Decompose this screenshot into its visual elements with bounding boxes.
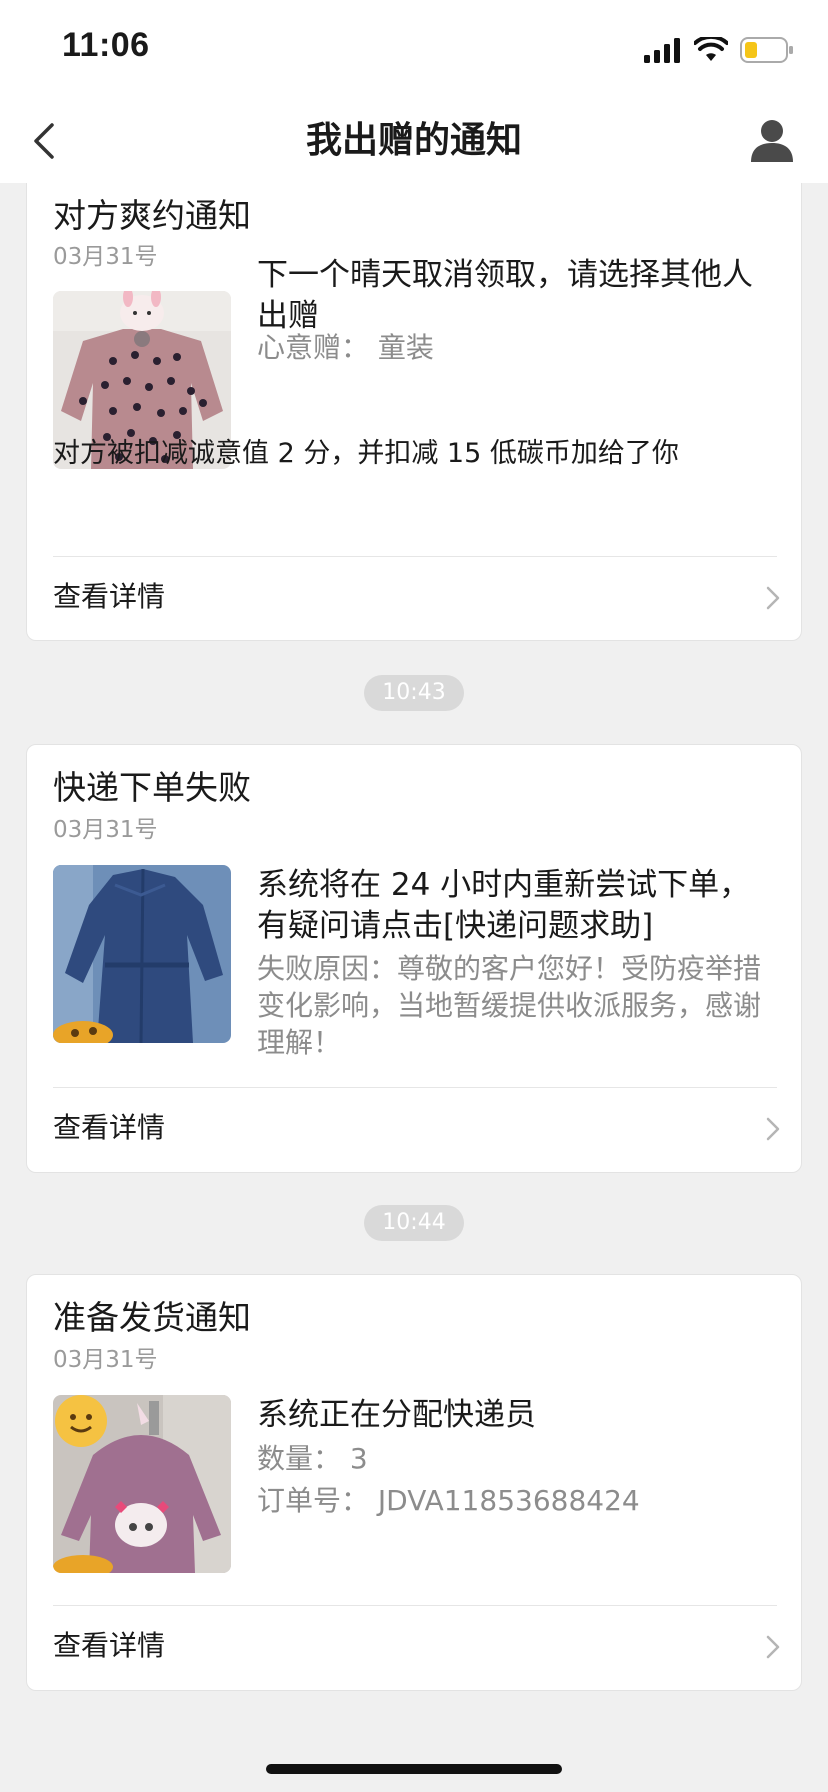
view-details-row[interactable]: 查看详情 (27, 1088, 803, 1172)
failure-reason: 失败原因：尊敬的客户您好！受防疫举措变化影响，当地暂缓提供收派服务，感谢理解！ (257, 952, 762, 1059)
header: 11:06 我出赠的通知 (0, 0, 828, 183)
view-details-label: 查看详情 (53, 580, 166, 613)
notification-card: 对方爽约通知 03月31号 下一个晴天取消领取，请选择其他人出赠 心意赠： 童装… (26, 160, 802, 641)
view-details-row[interactable]: 查看详情 (27, 557, 803, 641)
view-details-label: 查看详情 (53, 1111, 166, 1144)
signal-icon (644, 38, 680, 63)
status-icons (644, 34, 794, 66)
status-time: 11:06 (62, 26, 150, 64)
card-title: 对方爽约通知 (53, 196, 251, 235)
home-indicator[interactable] (266, 1764, 562, 1774)
card-title: 准备发货通知 (53, 1298, 251, 1337)
gift-category: 心意赠： 童装 (257, 331, 434, 364)
chevron-right-icon (766, 1635, 780, 1659)
view-details-label: 查看详情 (53, 1629, 166, 1662)
quantity-info: 数量： 3 (257, 1442, 368, 1475)
order-number: 订单号： JDVA11853688424 (257, 1484, 640, 1517)
chevron-right-icon (766, 586, 780, 610)
chevron-right-icon (766, 1117, 780, 1141)
notification-card: 快递下单失败 03月31号 系统将在 24 小时内重新尝试下单，有疑问请点击[快… (26, 744, 802, 1173)
card-date: 03月31号 (53, 817, 158, 843)
penalty-info: 对方被扣减诚意值 2 分，并扣减 15 低碳币加给了你 (53, 438, 679, 469)
denim-dress-image-icon (53, 865, 231, 1043)
card-date: 03月31号 (53, 1347, 158, 1373)
notification-card: 准备发货通知 03月31号 系统正在分配快递员 数量： 3 订单号： JDVA1… (26, 1274, 802, 1691)
notification-message: 系统将在 24 小时内重新尝试下单，有疑问请点击[快递问题求助] (257, 867, 751, 944)
wifi-icon (694, 37, 728, 61)
notification-message: 系统正在分配快递员 (257, 1397, 536, 1433)
card-title: 快递下单失败 (53, 768, 251, 807)
purple-jacket-image-icon (53, 1395, 231, 1573)
notification-message: 下一个晴天取消领取，请选择其他人出赠 (257, 257, 753, 334)
view-details-row[interactable]: 查看详情 (27, 1606, 803, 1690)
item-thumbnail[interactable] (53, 865, 231, 1043)
battery-icon (740, 37, 793, 63)
timestamp-pill: 10:44 (364, 1205, 464, 1241)
card-date: 03月31号 (53, 244, 158, 270)
profile-icon[interactable] (748, 116, 796, 164)
timestamp-pill: 10:43 (364, 675, 464, 711)
item-thumbnail[interactable] (53, 1395, 231, 1573)
page-title: 我出赠的通知 (305, 120, 522, 161)
